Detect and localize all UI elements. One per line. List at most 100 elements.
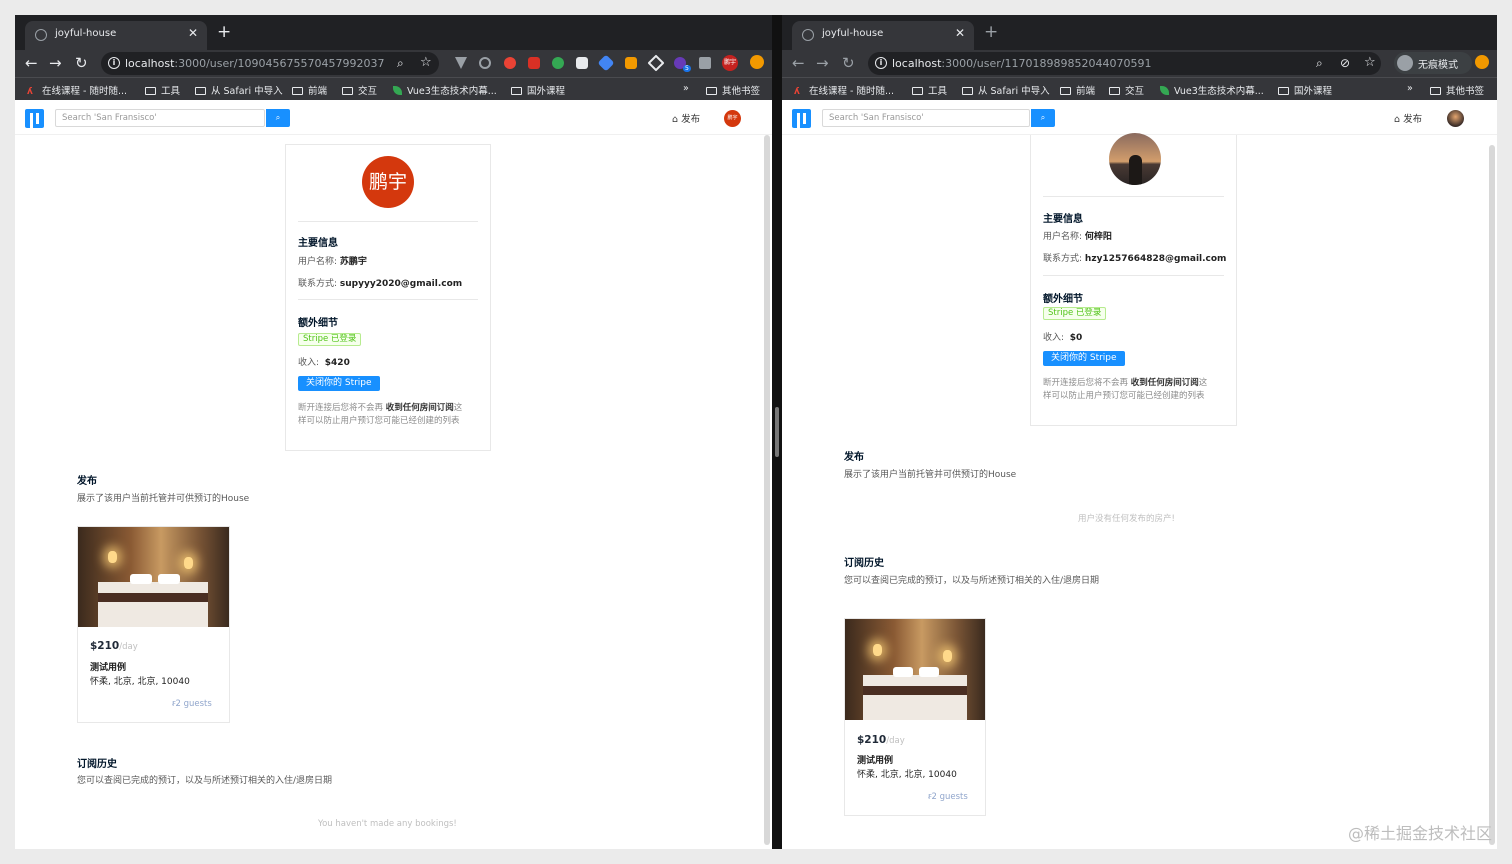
chrome-update-icon[interactable] [750,55,764,69]
bookmark-item[interactable]: ʎ 在线课程 - 随时随... [27,83,127,97]
booking-card[interactable]: $210/day 测试用例 怀柔, 北京, 北京, 10040 ꞧ2 guest… [844,618,986,816]
left-browser-window: joyful-house ✕ + ← → ↻ i localhost:3000/… [15,15,772,849]
bookmark-folder[interactable]: 前端 [1060,83,1095,97]
url-text[interactable]: localhost:3000/user/11701898985204407059… [892,57,1151,70]
lamp [873,644,882,656]
divider-handle[interactable] [775,407,779,457]
reload-icon[interactable]: ↻ [842,54,855,72]
profile-avatar[interactable]: 鹏宇 [722,55,738,71]
site-info-icon[interactable]: i [108,57,120,69]
income-row: 收入: $0 [1043,333,1083,343]
bookmark-folder[interactable]: 从 Safari 中导入 [962,83,1050,97]
bookmark-folder[interactable]: 前端 [292,83,327,97]
profile-avatar-photo [1109,133,1161,185]
extension-red-icon[interactable] [504,57,516,69]
listing-price: $210/day [90,640,138,652]
browser-tab[interactable]: joyful-house ✕ [25,21,207,50]
folder-icon [912,87,923,95]
chrome-update-icon[interactable] [1475,55,1489,69]
right-browser-window: joyful-house ✕ + ← → ↻ i localhost:3000/… [782,15,1497,849]
disconnect-stripe-button[interactable]: 关闭你的 Stripe [1043,351,1125,366]
booking-image[interactable] [845,619,985,720]
forward-icon[interactable]: → [49,54,62,72]
search-button[interactable]: ⌕ [1031,109,1055,127]
search-button[interactable]: ⌕ [266,109,290,127]
publish-link[interactable]: ⌂ 发布 [1394,111,1422,125]
listing-image[interactable] [78,527,229,627]
bed-runner [863,686,967,695]
bookmark-folder[interactable]: 国外课程 [511,83,565,97]
extensions-puzzle-icon[interactable] [699,57,711,69]
folder-icon [145,87,156,95]
extension-circle-icon[interactable] [479,57,491,69]
back-icon[interactable]: ← [792,54,805,72]
bookmark-folder[interactable]: 从 Safari 中导入 [195,83,283,97]
zoom-icon[interactable]: ⌕ [397,56,404,71]
new-tab-icon[interactable]: + [984,21,998,43]
bookmark-item[interactable]: Vue3生态技术内幕... [1160,83,1264,97]
close-tab-icon[interactable]: ✕ [188,26,198,40]
listing-card[interactable]: $210/day 测试用例 怀柔, 北京, 北京, 10040 ꞧ2 guest… [77,526,230,723]
bookmark-folder[interactable]: 交互 [342,83,377,97]
url-text[interactable]: localhost:3000/user/10904567557045799203… [125,57,384,70]
bookmark-folder[interactable]: 交互 [1109,83,1144,97]
bed-runner [98,593,208,602]
extension-doc-icon[interactable] [576,57,588,69]
publish-link[interactable]: ⌂ 发布 [672,111,700,125]
address-bar[interactable]: i localhost:3000/user/109045675570457992… [101,52,439,75]
leaf-icon [1160,86,1169,95]
new-tab-icon[interactable]: + [217,21,231,43]
contact-row: 联系方式: supyyy2020@gmail.com [298,279,463,289]
bookmark-star-icon[interactable]: ☆ [1364,55,1376,70]
extension-plane-icon[interactable] [597,54,615,72]
income-row: 收入: $420 [298,358,350,368]
back-icon[interactable]: ← [25,54,38,72]
bookmark-folder[interactable]: 工具 [912,83,947,97]
user-avatar[interactable]: 鹏宇 [724,110,741,127]
scrollbar[interactable] [764,135,770,845]
bookmarks-overflow-icon[interactable]: » [1407,83,1413,94]
app-logo-icon[interactable] [25,109,44,128]
main-info-title: 主要信息 [298,238,338,249]
vue-devtools-icon[interactable] [455,57,467,69]
disconnect-stripe-button[interactable]: 关闭你的 Stripe [298,376,380,391]
address-bar[interactable]: i localhost:3000/user/117018989852044070… [868,52,1381,75]
forward-icon[interactable]: → [816,54,829,72]
scrollbar[interactable] [1489,145,1495,845]
tab-title: joyful-house [55,28,117,39]
bookmark-folder[interactable]: 工具 [145,83,180,97]
zoom-icon[interactable]: ⌕ [1316,56,1323,71]
extension-diamond-icon[interactable] [647,54,665,72]
reload-icon[interactable]: ↻ [75,54,88,72]
search-input[interactable]: Search 'San Fransisco' [55,109,265,127]
close-tab-icon[interactable]: ✕ [955,26,965,40]
extension-box-icon[interactable] [625,57,637,69]
contact-row: 联系方式: hzy1257664828@gmail.com [1043,254,1227,264]
browser-tab[interactable]: joyful-house ✕ [792,21,974,50]
tracking-off-icon[interactable]: ⊘ [1340,56,1350,70]
bookmark-folder[interactable]: 国外课程 [1278,83,1332,97]
bookmark-item[interactable]: Vue3生态技术内幕... [393,83,497,97]
bookmark-star-icon[interactable]: ☆ [420,55,432,70]
bed [98,582,208,627]
user-avatar[interactable] [1447,110,1464,127]
empty-listings-text: 用户没有任何发布的房产! [1078,514,1175,524]
extra-details-title: 额外细节 [298,318,338,329]
listing-guests: ꞧ2 guests [172,699,212,709]
bookmark-item[interactable]: ʎ 在线课程 - 随时随... [794,83,894,97]
evernote-icon[interactable] [552,57,564,69]
leaf-icon [393,86,402,95]
bookmark-folder[interactable]: 其他书签 [1430,83,1484,97]
bookmark-folder[interactable]: 其他书签 [706,83,760,97]
extension-flag-icon[interactable] [528,57,540,69]
app-logo-icon[interactable] [792,109,811,128]
search-input[interactable]: Search 'San Fransisco' [822,109,1030,127]
incognito-indicator[interactable]: 无痕模式 [1394,52,1472,74]
bookmarks-overflow-icon[interactable]: » [683,83,689,94]
profile-card: 主要信息 用户名称: 何梓阳 联系方式: hzy1257664828@gmail… [1030,133,1237,426]
browser-toolbar: ← → ↻ i localhost:3000/user/117018989852… [782,50,1497,77]
main-info-title: 主要信息 [1043,214,1083,225]
bookmarks-bar: ʎ 在线课程 - 随时随... 工具 从 Safari 中导入 前端 交互 Vue… [15,77,772,100]
folder-icon [511,87,522,95]
site-info-icon[interactable]: i [875,57,887,69]
